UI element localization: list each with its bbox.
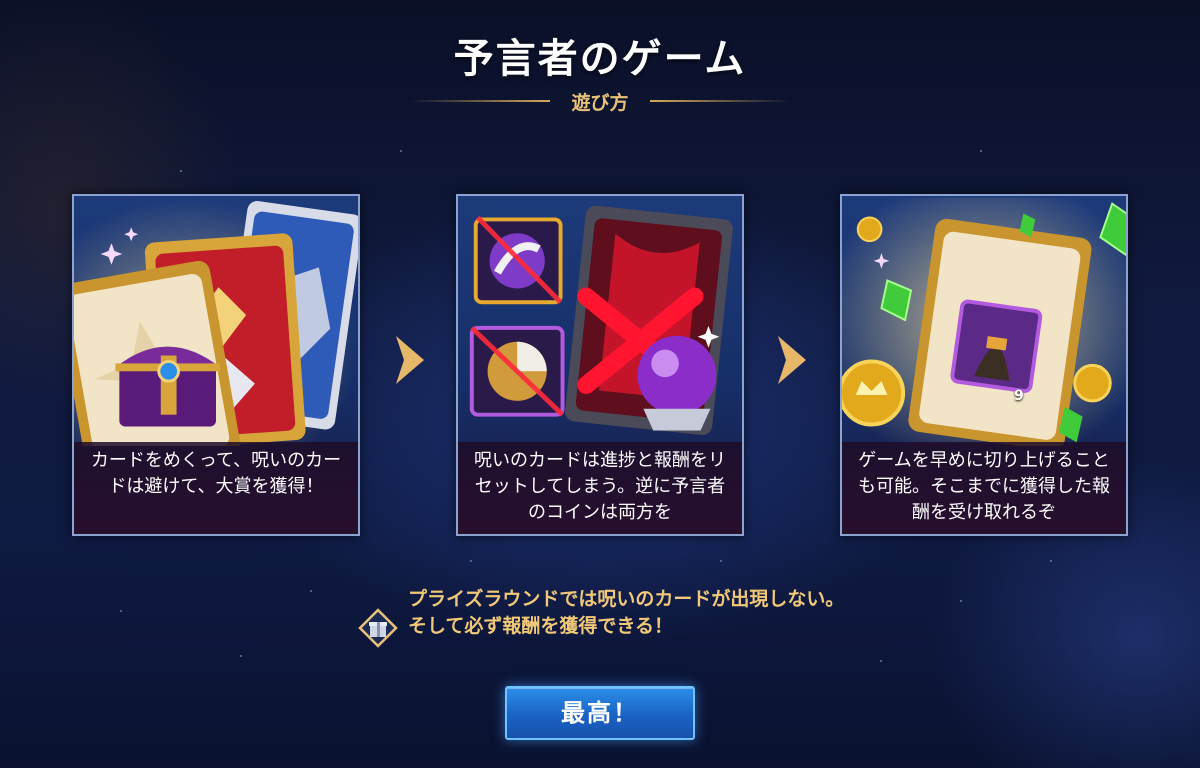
chevron-right-icon (390, 330, 434, 390)
step-panel-2: 呪いのカードは進捗と報酬をリセットしてしまう。逆に予言者のコインは両方を (456, 194, 744, 536)
chevron-right-icon (772, 330, 816, 390)
step-panel-3: 9 ゲームを早めに切り上げることも可能。そこまでに獲得した報酬を受け取れるぞ (840, 194, 1128, 536)
coin-gem-card-art (842, 197, 1126, 446)
confirm-button[interactable]: 最高！ (505, 686, 695, 740)
card-chest-art (74, 197, 358, 446)
step-caption-2: 呪いのカードは進捗と報酬をリセットしてしまう。逆に予言者のコインは両方を (458, 442, 742, 534)
subtitle-row: 遊び方 (410, 86, 790, 116)
prize-round-text: プライズラウンドでは呪いのカードが出現しない。そして必ず報酬を獲得できる！ (408, 588, 845, 637)
step-panel-1: カードをめくって、呪いのカードは避けて、大賞を獲得！ (72, 194, 360, 536)
divider-right (650, 100, 790, 102)
step-caption-3: ゲームを早めに切り上げることも可能。そこまでに獲得した報酬を受け取れるぞ (842, 442, 1126, 534)
page-title: 予言者のゲーム (453, 36, 747, 82)
step-caption-1: カードをめくって、呪いのカードは避けて、大賞を獲得！ (74, 442, 358, 534)
cursed-card-art (469, 205, 733, 435)
item-level-badge: 9 (1014, 388, 1024, 404)
gift-diamond-icon (358, 608, 398, 648)
prize-round-note: プライズラウンドでは呪いのカードが出現しない。そして必ず報酬を獲得できる！ (358, 586, 848, 676)
